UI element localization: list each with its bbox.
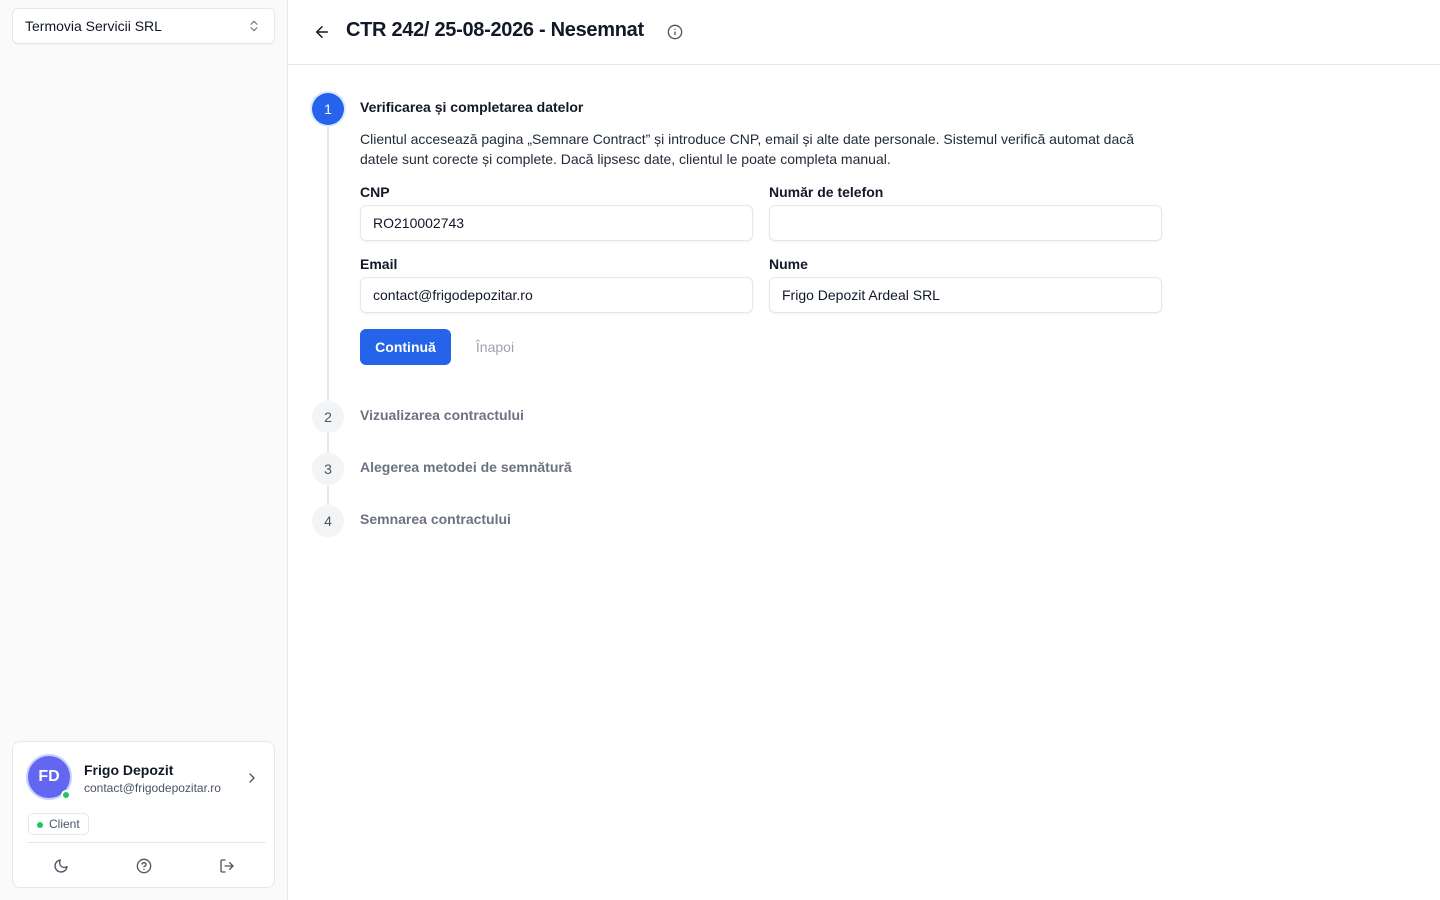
user-profile-button[interactable]: FD Frigo Depozit contact@frigodepozitar.… [13,742,274,812]
user-card: FD Frigo Depozit contact@frigodepozitar.… [12,741,275,888]
organization-select[interactable]: Termovia Servicii SRL [12,8,275,44]
moon-icon [54,859,68,873]
step-2-indicator: 2 [312,401,344,433]
info-icon [667,24,683,40]
step-3-title: Alegerea metodei de semnătură [360,459,572,475]
role-status-dot [37,822,43,828]
page-title: CTR 242/ 25-08-2026 - Nesemnat [346,19,644,41]
email-label: Email [360,256,398,272]
sidebar: Termovia Servicii SRL FD Frigo Depozit c… [0,0,288,900]
page-header: CTR 242/ 25-08-2026 - Nesemnat [288,0,1440,65]
step-1-description: Clientul accesează pagina „Semnare Contr… [360,131,1135,167]
name-input[interactable] [769,277,1162,313]
continue-button[interactable]: Continuă [360,329,451,365]
theme-toggle-button[interactable] [49,854,73,878]
logout-icon [220,859,234,873]
step-2-title: Vizualizarea contractului [360,407,524,423]
step-1-title: Verificarea și completarea datelor [360,99,584,115]
stepper-connector [327,125,329,401]
arrow-left-icon [316,26,328,38]
organization-select-label: Termovia Servicii SRL [25,18,162,34]
logout-button[interactable] [215,854,239,878]
user-name: Frigo Depozit [84,762,174,778]
step-3-indicator: 3 [312,453,344,485]
role-badge: Client [28,813,89,835]
step-1-indicator: 1 [312,93,344,125]
user-card-actions [13,843,274,888]
phone-label: Număr de telefon [769,184,884,200]
back-step-button[interactable]: Înapoi [463,329,527,365]
step-number: 3 [324,461,332,477]
signing-stepper: 1 Verificarea și completarea datelor Cli… [288,65,1440,900]
step-4-title: Semnarea contractului [360,511,511,527]
name-label: Nume [769,256,808,272]
chevron-right-icon [244,770,260,786]
step-number: 2 [324,409,332,425]
back-button[interactable] [310,20,334,44]
step-number: 1 [324,101,332,117]
step-4-indicator: 4 [312,505,344,537]
avatar-initials: FD [38,768,60,785]
step-number: 4 [324,513,332,529]
help-button[interactable] [132,854,156,878]
role-badge-label: Client [49,817,80,831]
chevron-up-down-icon [246,18,262,34]
cnp-label: CNP [360,184,390,200]
stepper-connector [327,485,329,505]
help-circle-icon [136,858,152,874]
phone-input[interactable] [769,205,1162,241]
cnp-input[interactable] [360,205,753,241]
email-input[interactable] [360,277,753,313]
online-status-dot [61,790,71,800]
info-button[interactable] [666,23,684,41]
user-email: contact@frigodepozitar.ro [84,781,221,795]
stepper-connector [327,433,329,453]
